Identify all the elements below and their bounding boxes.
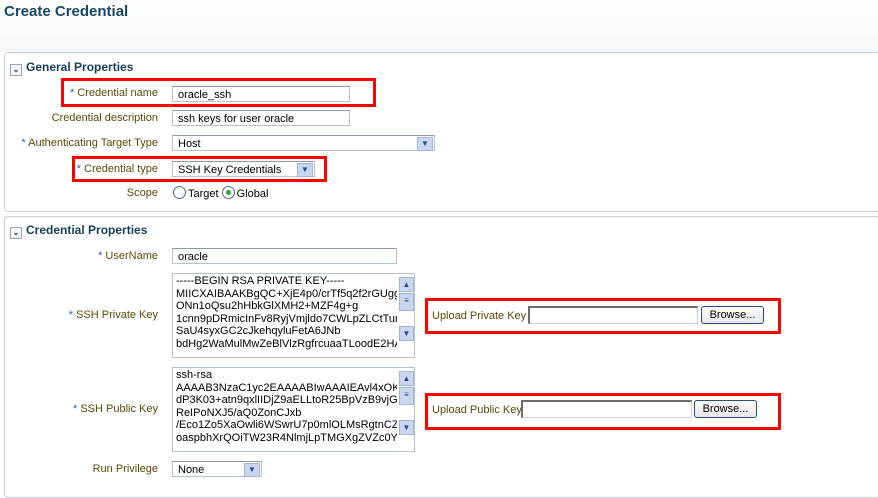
label-text: SSH Private Key (76, 309, 158, 321)
required-icon: * (73, 403, 78, 415)
scroll-up-icon[interactable]: ▲ (399, 371, 414, 386)
username-label: * UserName (98, 250, 158, 262)
label-text: SSH Public Key (80, 403, 158, 415)
run-privilege-select[interactable]: None ▼ (172, 461, 262, 477)
scope-label: Scope (126, 187, 158, 199)
section-title: General Properties (26, 60, 134, 74)
scope-radio-target[interactable] (173, 186, 186, 199)
credential-description-label: Credential description (51, 112, 158, 124)
required-icon: * (21, 137, 26, 149)
radio-label: Global (236, 188, 269, 200)
scroll-thumb[interactable]: ≡ (399, 293, 414, 311)
run-privilege-label: Run Privilege (92, 463, 158, 475)
scope-radio-group: Target Global (173, 186, 268, 200)
textarea-content: -----BEGIN RSA PRIVATE KEY----- MIICXAIB… (176, 275, 402, 350)
selected-value: None (178, 464, 205, 476)
target-type-select[interactable]: Host ▼ (172, 135, 435, 151)
required-icon: * (98, 250, 103, 262)
credential-properties-header[interactable]: ⌄ Credential Properties (10, 223, 147, 239)
username-input[interactable]: oracle (172, 248, 397, 264)
page-header (0, 0, 878, 52)
chevron-down-icon[interactable]: ▼ (417, 137, 433, 151)
scope-radio-global[interactable] (221, 186, 235, 199)
selected-value: Host (178, 138, 201, 150)
required-icon: * (68, 309, 74, 321)
scroll-down-icon[interactable]: ▼ (399, 420, 414, 435)
highlight-box (61, 78, 376, 107)
public-key-label: * SSH Public Key (73, 403, 158, 415)
private-key-label: * SSH Private Key (69, 309, 158, 321)
chevron-down-icon[interactable]: ▼ (244, 463, 260, 477)
highlight-box (425, 298, 781, 334)
public-key-textarea[interactable]: ssh-rsa AAAAB3NzaC1yc2EAAAABIwAAAIEAvl4x… (172, 367, 415, 452)
private-key-textarea[interactable]: -----BEGIN RSA PRIVATE KEY----- MIICXAIB… (172, 273, 415, 358)
section-title: Credential Properties (26, 223, 148, 237)
collapse-icon[interactable]: ⌄ (10, 227, 22, 239)
scrollbar[interactable]: ▲ ≡ ▼ (397, 274, 414, 357)
textarea-content: ssh-rsa AAAAB3NzaC1yc2EAAAABIwAAAIEAvl4x… (176, 369, 407, 444)
credential-description-input[interactable]: ssh keys for user oracle (172, 110, 350, 126)
radio-label: Target (188, 188, 219, 200)
collapse-icon[interactable]: ⌄ (10, 64, 22, 76)
highlight-box (72, 156, 327, 182)
scroll-thumb[interactable]: ≡ (399, 387, 414, 405)
scrollbar[interactable]: ▲ ≡ ▼ (397, 368, 414, 451)
label-text: Authenticating Target Type (28, 137, 158, 149)
scroll-up-icon[interactable]: ▲ (399, 277, 414, 292)
label-text: UserName (105, 250, 158, 262)
scroll-down-icon[interactable]: ▼ (399, 326, 414, 341)
highlight-box (425, 393, 781, 430)
general-properties-header[interactable]: ⌄ General Properties (10, 60, 133, 76)
page-title: Create Credential (4, 3, 129, 20)
target-type-label: * Authenticating Target Type (21, 137, 158, 149)
